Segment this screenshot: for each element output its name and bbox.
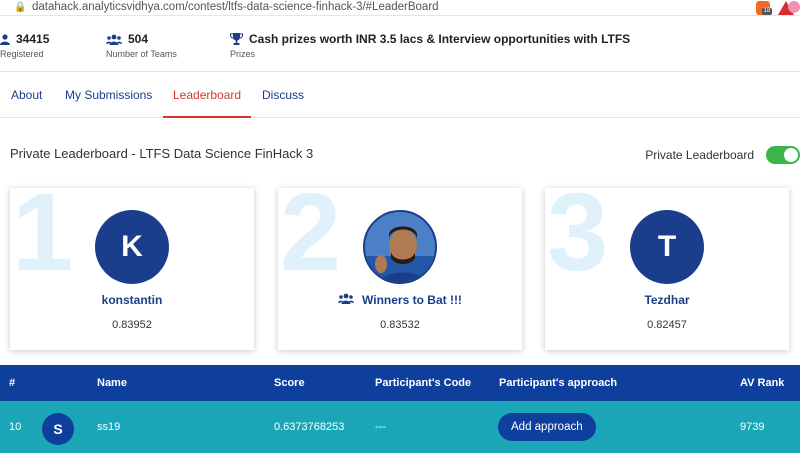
user-icon (0, 33, 10, 45)
teams-stat: 504 Number of Teams (106, 32, 177, 59)
column-header-name: Name (97, 377, 127, 389)
prizes-value: Cash prizes worth INR 3.5 lacs & Intervi… (249, 32, 631, 46)
team-name-link[interactable]: Winners to Bat !!! (278, 293, 522, 307)
prizes-label: Prizes (230, 49, 256, 59)
toggle-knob (784, 148, 798, 162)
extension-icon[interactable] (788, 1, 800, 13)
avatar: T (630, 210, 704, 284)
private-leaderboard-toggle[interactable] (766, 146, 800, 164)
column-header-participant-approach: Participant's approach (499, 377, 618, 389)
column-header-av-rank: AV Rank (740, 377, 785, 389)
participant-score: 0.83532 (380, 319, 420, 331)
table-row: 10 S ss19 0.6373768253 --- Add approach … (0, 401, 800, 453)
column-header-score: Score (274, 377, 305, 389)
participant-score: 0.82457 (647, 319, 687, 331)
podium-card-2: 2 Winners to Bat !!! 0.83532 (278, 188, 522, 350)
teams-label: Number of Teams (106, 49, 177, 59)
brave-shield-icon[interactable]: 18 (756, 1, 772, 15)
add-approach-button[interactable]: Add approach (498, 413, 596, 441)
row-av-rank: 9739 (740, 421, 765, 433)
column-header-participant-code: Participant's Code (375, 377, 472, 389)
registered-count: 34415 (16, 32, 50, 46)
url-text[interactable]: datahack.analyticsvidhya.com/contest/ltf… (32, 1, 439, 13)
registered-stat: 34415 Registered (0, 32, 49, 59)
leaderboard-title: Private Leaderboard - LTFS Data Science … (10, 146, 314, 161)
avatar-photo (363, 210, 437, 284)
contest-tabs: About My Submissions Leaderboard Discuss (0, 72, 800, 118)
private-leaderboard-toggle-group: Private Leaderboard (645, 146, 800, 164)
participant-name-link[interactable]: konstantin (10, 293, 254, 307)
prizes-stat: Cash prizes worth INR 3.5 lacs & Intervi… (230, 32, 630, 59)
lock-icon: 🔒 (14, 2, 27, 13)
contest-stats-bar: 34415 Registered 504 Number of Teams Cas… (0, 16, 800, 72)
team-icon (106, 34, 122, 45)
team-icon (338, 293, 355, 307)
private-leaderboard-label: Private Leaderboard (645, 148, 754, 162)
registered-label: Registered (0, 49, 44, 59)
tab-my-submissions[interactable]: My Submissions (65, 72, 152, 118)
rank-number: 2 (280, 188, 342, 294)
browser-address-bar[interactable]: 🔒 datahack.analyticsvidhya.com/contest/l… (0, 0, 800, 16)
rank-number: 1 (12, 188, 74, 294)
participant-name-link[interactable]: Tezdhar (545, 293, 789, 307)
row-score: 0.6373768253 (274, 421, 345, 433)
teams-count: 504 (128, 32, 149, 46)
avatar: K (95, 210, 169, 284)
participant-score: 0.83952 (112, 319, 152, 331)
row-participant-code: --- (375, 421, 386, 433)
podium-card-3: 3 T Tezdhar 0.82457 (545, 188, 789, 350)
leaderboard-table-header: # Name Score Participant's Code Particip… (0, 365, 800, 401)
row-rank: 10 (9, 421, 22, 433)
avatar: S (42, 413, 74, 445)
tab-leaderboard[interactable]: Leaderboard (163, 72, 252, 118)
podium-card-1: 1 K konstantin 0.83952 (10, 188, 254, 350)
rank-number: 3 (547, 188, 609, 294)
tab-about[interactable]: About (11, 72, 42, 118)
tab-discuss[interactable]: Discuss (262, 72, 304, 118)
row-name[interactable]: ss19 (97, 401, 120, 453)
trophy-icon (230, 33, 243, 45)
column-header-rank: # (9, 377, 16, 389)
